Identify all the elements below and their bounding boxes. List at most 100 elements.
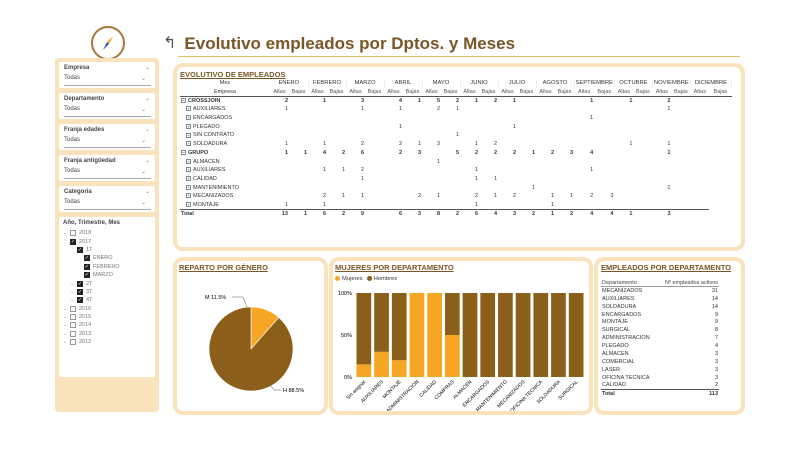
checkbox[interactable] [70,314,76,321]
expand-icon[interactable]: ⌄ [63,306,70,312]
collapse-icon[interactable]: ⌄ [145,157,150,164]
checkbox[interactable]: ✓ [84,263,90,270]
filter-dropdown[interactable]: Todas ⌄ [64,106,151,117]
bar-mujeres[interactable] [444,335,460,377]
back-arrow-icon[interactable]: ↰ [163,36,176,52]
bar-hombres[interactable] [480,293,496,377]
checkbox[interactable]: ✓ [77,288,83,295]
table-cell [289,157,308,166]
table-cell [289,122,308,131]
tree-item[interactable]: ✓ MARZO [63,271,151,279]
tree-item[interactable]: ⌄ ✓ 2T [63,279,151,287]
checkbox[interactable] [70,305,76,312]
checkbox[interactable]: ✓ [84,255,90,262]
bar-hombres[interactable] [462,293,478,377]
filter-dropdown[interactable]: Todas ⌄ [64,199,151,210]
expand-icon[interactable]: ⌃ [63,239,70,245]
expand-icon[interactable]: + [186,123,191,129]
table-cell [308,175,327,184]
table-cell [270,166,289,175]
bar-hombres[interactable] [568,293,584,377]
filter-4[interactable]: Categoria ⌄ Todas ⌄ [59,186,155,212]
tree-item[interactable]: ⌄ 2014 [63,321,151,329]
bar-hombres[interactable] [356,293,372,365]
tree-item[interactable]: ⌄ ✓ 4T [63,296,151,304]
expand-icon[interactable]: + [186,132,191,138]
checkbox[interactable]: ✓ [77,246,83,253]
expand-icon[interactable]: ⌄ [70,297,77,303]
expand-icon[interactable]: ⌃ [70,247,77,253]
tree-item[interactable]: ✓ FEBRERO [63,263,151,271]
dept-name: AUXILIARES [602,295,635,302]
expand-icon[interactable]: + [186,175,191,181]
table-cell [517,157,536,166]
filter-1[interactable]: Departamento ⌄ Todas ⌄ [59,93,155,119]
checkbox[interactable] [70,339,76,346]
checkbox[interactable] [70,330,76,337]
bar-mujeres[interactable] [356,364,372,377]
table-cell [652,157,671,166]
expand-icon[interactable]: − [181,98,186,104]
expand-icon[interactable]: ⌄ [63,339,70,345]
expand-icon[interactable]: + [186,106,191,112]
expand-icon[interactable]: ⌄ [70,281,77,287]
tree-item[interactable]: ⌄ 2015 [63,313,151,321]
expand-icon[interactable]: − [181,149,186,155]
bar-mujeres[interactable] [374,351,389,377]
filter-0[interactable]: Empresa ⌄ Todas ⌄ [59,62,155,88]
bar-hombres[interactable] [498,293,513,377]
table-cell [517,131,536,140]
table-cell: 6 [360,149,364,156]
filter-3[interactable]: Franja antigüedad ⌄ Todas ⌄ [59,155,155,181]
bar-hombres[interactable] [515,293,531,377]
table-cell: 1 [474,175,478,182]
expand-icon[interactable]: + [186,193,191,199]
bar-hombres[interactable] [374,293,389,352]
expand-icon[interactable]: + [186,201,191,207]
row-label: AUXILIARES [193,167,226,174]
bar-hombres[interactable] [533,293,549,377]
collapse-icon[interactable]: ⌄ [145,126,150,133]
collapse-icon[interactable]: ⌄ [145,188,150,195]
tree-item[interactable]: ⌄ 2013 [63,330,151,338]
table-cell [327,175,346,184]
table-row: SOLDADURA 14 [601,303,719,311]
filter-dropdown[interactable]: Todas ⌄ [64,168,151,179]
bar-hombres[interactable] [551,293,566,377]
expand-icon[interactable]: ⌄ [63,314,70,320]
bar-hombres[interactable] [444,293,460,335]
table-cell: 1 [550,193,554,200]
checkbox[interactable]: ✓ [84,272,90,279]
checkbox[interactable] [70,322,76,329]
expand-icon[interactable]: + [186,115,191,121]
tree-item[interactable]: ⌄ 2016 [63,305,151,313]
tree-item[interactable]: ⌄ ✓ 3T [63,288,151,296]
bar-mujeres[interactable] [409,293,425,377]
filter-dropdown[interactable]: Todas ⌄ [64,75,151,86]
expand-icon[interactable]: ⌄ [63,322,70,328]
checkbox[interactable]: ✓ [77,280,83,287]
tree-item[interactable]: ⌄ 2012 [63,338,151,346]
tree-item[interactable]: ⌃ ✓ 2017 [63,237,151,245]
expand-icon[interactable]: ⌄ [70,289,77,295]
tree-item[interactable]: ⌃ ✓ 1T [63,246,151,254]
tree-item[interactable]: ✓ ENERO [63,254,151,262]
bar-mujeres[interactable] [391,360,407,377]
collapse-icon[interactable]: ⌄ [145,64,150,71]
filter-dropdown[interactable]: Todas ⌄ [64,137,151,148]
checkbox[interactable] [70,230,76,237]
expand-icon[interactable]: + [186,158,191,164]
checkbox[interactable]: ✓ [77,297,83,304]
expand-icon[interactable]: + [186,184,191,190]
expand-icon[interactable]: + [186,141,191,147]
filter-2[interactable]: Franja edades ⌄ Todas ⌄ [59,124,155,150]
bar-hombres[interactable] [391,293,407,361]
expand-icon[interactable]: ⌄ [63,230,70,236]
tree-item[interactable]: ⌄ 2018 [63,229,151,237]
checkbox[interactable]: ✓ [70,238,76,245]
expand-icon[interactable]: + [186,167,191,173]
collapse-icon[interactable]: ⌄ [145,95,150,102]
bar-mujeres[interactable] [427,293,442,377]
pie-slice-H[interactable] [208,306,294,392]
expand-icon[interactable]: ⌄ [63,331,70,337]
